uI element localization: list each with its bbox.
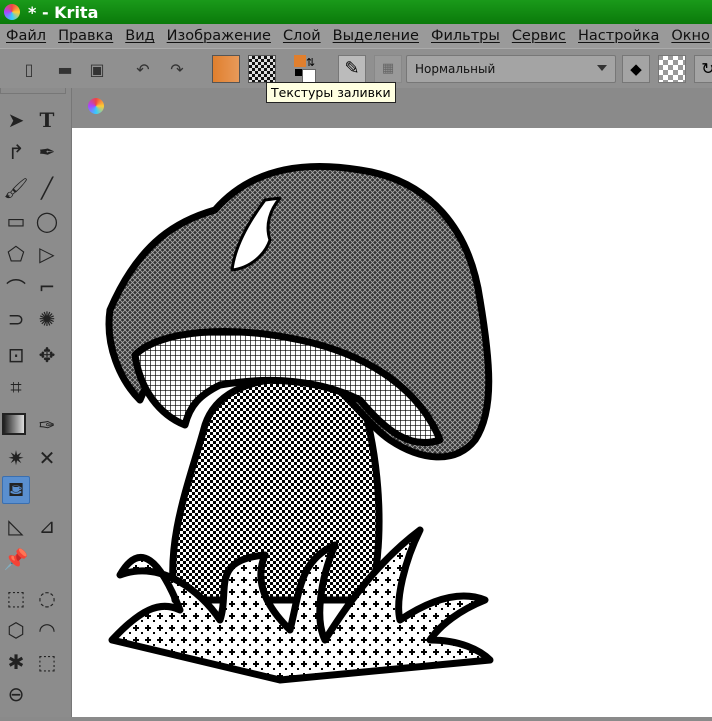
canvas[interactable] bbox=[72, 128, 712, 717]
bezier-tool[interactable]: ⌒ bbox=[2, 273, 30, 301]
brush-preset-icon[interactable]: ✎ bbox=[338, 55, 366, 83]
background-color[interactable] bbox=[302, 69, 316, 83]
reference-pin-icon[interactable]: 📌 bbox=[2, 545, 30, 573]
ellipse-tool[interactable]: ◯ bbox=[33, 207, 61, 235]
color-picker-tool[interactable]: ✑ bbox=[33, 411, 61, 439]
calligraphy-tool[interactable]: ✒ bbox=[33, 138, 61, 166]
title-bar: * - Krita bbox=[0, 0, 712, 24]
menu-bar: Файл Правка Вид Изображение Слой Выделен… bbox=[0, 24, 712, 48]
gradient-tool[interactable] bbox=[2, 413, 26, 435]
menu-select[interactable]: Выделение bbox=[333, 28, 419, 44]
menu-window[interactable]: Окно bbox=[671, 28, 710, 44]
mirror-icon[interactable]: ▦ bbox=[374, 55, 402, 83]
wrap-icon[interactable]: ↻ bbox=[694, 55, 712, 83]
text-tool[interactable]: T bbox=[33, 106, 61, 134]
transform-tool[interactable]: ⊡ bbox=[2, 341, 30, 369]
select-shapes-tool[interactable]: ➤ bbox=[2, 106, 30, 134]
alpha-lock-icon[interactable] bbox=[658, 55, 686, 83]
menu-file[interactable]: Файл bbox=[6, 28, 46, 44]
toolbox: ➤ T ↱ ✒ 🖌 ╱ ▭ ◯ ⬠ ▷ ⌒ ⌐ ⊃ ✺ ⊡ ✥ ⌗ ✑ ✷ ✕ … bbox=[0, 88, 72, 717]
assistant-tool[interactable]: ✕ bbox=[33, 444, 61, 472]
menu-layer[interactable]: Слой bbox=[283, 28, 321, 44]
default-colors-icon[interactable] bbox=[295, 69, 302, 76]
undo-icon[interactable]: ↶ bbox=[130, 56, 156, 82]
document-tab-icon[interactable] bbox=[88, 98, 104, 114]
save-icon[interactable]: ▣ bbox=[84, 56, 110, 82]
blend-mode-value: Нормальный bbox=[415, 62, 496, 76]
menu-edit[interactable]: Правка bbox=[58, 28, 113, 44]
measure-tool[interactable]: ◺ bbox=[2, 512, 30, 540]
menu-image[interactable]: Изображение bbox=[167, 28, 271, 44]
chevron-down-icon bbox=[597, 65, 607, 76]
menu-filters[interactable]: Фильтры bbox=[431, 28, 500, 44]
edit-shapes-tool[interactable]: ↱ bbox=[2, 138, 30, 166]
tooltip: Текстуры заливки bbox=[266, 82, 396, 103]
menu-view[interactable]: Вид bbox=[125, 28, 154, 44]
rect-select-tool[interactable]: ⬚ bbox=[2, 584, 30, 612]
menu-tools[interactable]: Сервис bbox=[512, 28, 566, 44]
polygon-select-tool[interactable]: ⬡ bbox=[2, 616, 30, 644]
color-select-tool[interactable]: ⬚ bbox=[33, 648, 61, 676]
redo-icon[interactable]: ↷ bbox=[164, 56, 190, 82]
crop-tool[interactable]: ⌗ bbox=[2, 373, 30, 401]
ellipse-select-tool[interactable]: ◌ bbox=[33, 584, 61, 612]
open-icon[interactable]: ▬ bbox=[52, 56, 78, 82]
bezier-select-tool[interactable]: ⊖ bbox=[2, 680, 30, 708]
krita-logo-icon bbox=[4, 4, 20, 20]
line-tool[interactable]: ╱ bbox=[33, 174, 61, 202]
mushroom-artwork bbox=[105, 162, 494, 684]
pattern-button[interactable] bbox=[248, 55, 276, 83]
foreground-color[interactable] bbox=[294, 55, 306, 67]
menu-settings[interactable]: Настройка bbox=[578, 28, 659, 44]
perspective-tool[interactable]: ⊿ bbox=[33, 512, 61, 540]
blend-mode-select[interactable]: Нормальный bbox=[406, 55, 616, 83]
toolbox-header bbox=[0, 88, 66, 94]
move-tool[interactable]: ✥ bbox=[33, 341, 61, 369]
polyline-tool[interactable]: ▷ bbox=[33, 240, 61, 268]
smart-patch-tool[interactable]: ✷ bbox=[2, 444, 30, 472]
multibrush-tool[interactable]: ✺ bbox=[33, 305, 61, 333]
freehand-path-tool[interactable]: ⌐ bbox=[33, 273, 61, 301]
polygon-tool[interactable]: ⬠ bbox=[2, 240, 30, 268]
magic-wand-tool[interactable]: ✱ bbox=[2, 648, 30, 676]
rectangle-tool[interactable]: ▭ bbox=[2, 207, 30, 235]
window-title: * - Krita bbox=[28, 2, 99, 22]
gradient-button[interactable] bbox=[212, 55, 240, 83]
eraser-icon[interactable]: ◆ bbox=[622, 55, 650, 83]
fill-tool[interactable]: ⛾ bbox=[2, 476, 30, 504]
brush-tool[interactable]: 🖌 bbox=[2, 174, 30, 202]
new-document-icon[interactable]: ▯ bbox=[16, 56, 42, 82]
freehand-select-tool[interactable]: ◠ bbox=[33, 616, 61, 644]
dynamic-brush-tool[interactable]: ⊃ bbox=[2, 305, 30, 333]
color-swap-icon[interactable]: ⇅ bbox=[306, 56, 315, 69]
